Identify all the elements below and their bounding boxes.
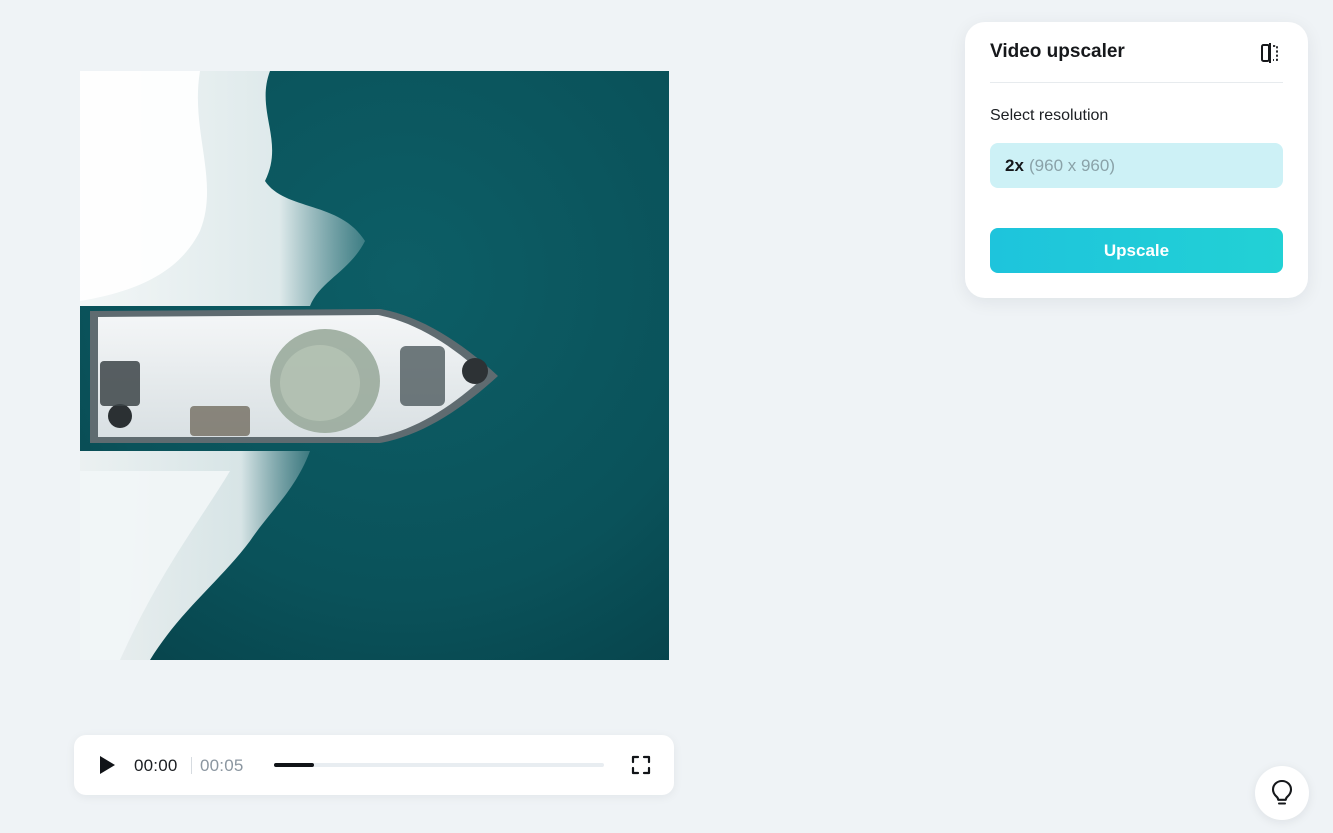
video-preview [80,71,669,660]
resolution-option-2x[interactable]: 2x (960 x 960) [990,143,1283,188]
time-separator [191,757,192,774]
fullscreen-button[interactable] [631,755,651,775]
compare-icon [1261,43,1278,63]
panel-divider [990,82,1283,83]
video-frame-image [80,71,669,660]
upscale-button[interactable]: Upscale [990,228,1283,273]
lightbulb-icon [1271,779,1293,805]
progress-fill [274,763,314,767]
play-icon [100,756,115,774]
total-time: 00:05 [200,756,244,775]
panel-title: Video upscaler [990,41,1125,62]
resolution-scale: 2x [1005,156,1024,175]
resolution-label: Select resolution [990,107,1109,124]
current-time: 00:00 [134,756,178,775]
tips-button[interactable] [1255,766,1309,820]
progress-bar[interactable] [274,763,604,767]
video-upscaler-panel: Video upscaler Select resolution 2x (960… [965,22,1308,298]
play-button[interactable] [96,754,118,776]
video-player-controls: 00:00 00:05 [74,735,674,795]
compare-button[interactable] [1259,42,1281,64]
resolution-dimensions: (960 x 960) [1029,156,1115,175]
fullscreen-icon [631,755,651,775]
